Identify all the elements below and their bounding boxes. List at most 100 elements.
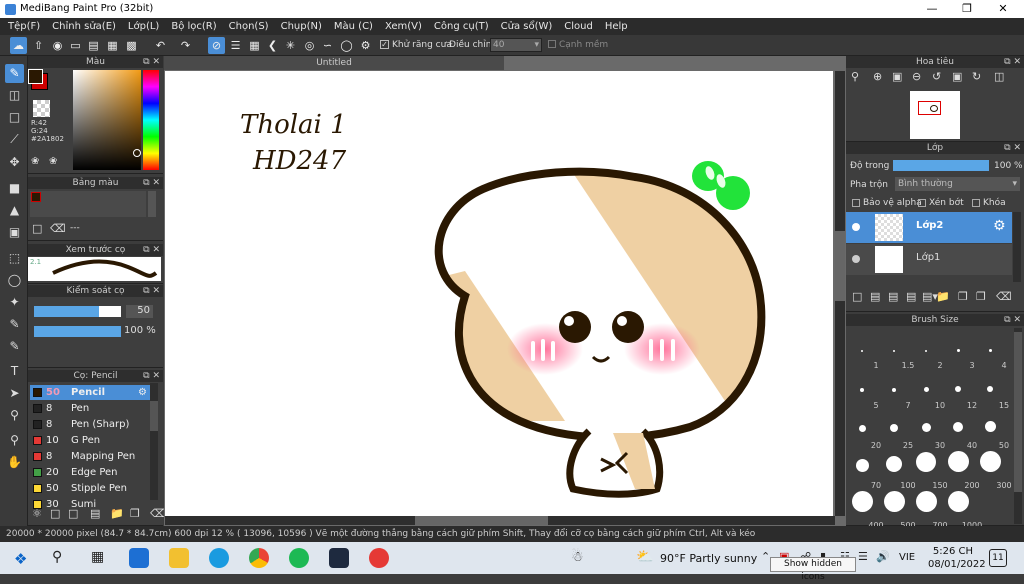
grid-icon[interactable]: ▦ <box>104 37 121 54</box>
minimize-icon[interactable]: — <box>925 2 939 16</box>
palette-swatch[interactable] <box>31 192 41 202</box>
menu-edit[interactable]: Chỉnh sửa(E) <box>52 21 116 32</box>
chevron-up-icon[interactable]: ⌃ <box>761 550 770 563</box>
settings-icon[interactable]: ⚙ <box>357 37 374 54</box>
document-tab[interactable]: Untitled <box>164 56 504 70</box>
new-halftone-layer-icon[interactable]: ▤ <box>870 290 880 303</box>
magic-wand-icon[interactable]: ✦ <box>5 293 24 312</box>
vanish-snap-icon[interactable]: ❮ <box>264 37 281 54</box>
brush-size-option[interactable]: 700 <box>912 491 948 530</box>
upload-icon[interactable]: ⇧ <box>30 37 47 54</box>
cloud-icon[interactable]: ☁ <box>10 37 27 54</box>
brush-size-option[interactable]: 15 <box>976 372 1009 410</box>
brush-size-option[interactable]: 4 <box>976 332 1007 370</box>
brush-opacity-value[interactable]: 100 % <box>124 325 156 336</box>
task-view-icon[interactable]: ▦ <box>91 549 104 565</box>
medibang-taskbar-icon[interactable] <box>369 548 389 568</box>
menu-select[interactable]: Chọn(S) <box>229 21 269 32</box>
eyedropper-tool-icon[interactable]: ⚲ <box>5 406 24 425</box>
rotate-right-icon[interactable]: ↻ <box>972 70 981 83</box>
ring-snap-icon[interactable]: ◯ <box>338 37 355 54</box>
antialias-checkbox[interactable]: ✓ <box>380 40 389 49</box>
brush-item[interactable]: 50 Stipple Pen <box>30 481 150 496</box>
panel-close-icon[interactable]: ⧉ ✕ <box>143 56 160 68</box>
layer-row-active[interactable]: Lớp2 ⚙ <box>846 212 1012 243</box>
rotate-left-icon[interactable]: ↺ <box>932 70 941 83</box>
brush-size-option[interactable]: 400 <box>848 491 884 530</box>
transparent-swatch[interactable] <box>33 100 50 117</box>
brush-tool-icon[interactable]: ✎ <box>5 64 24 83</box>
snap-off-icon[interactable]: ⊘ <box>208 37 225 54</box>
brush-item[interactable]: 8 Pen (Sharp) <box>30 417 150 432</box>
saturation-square[interactable] <box>73 70 141 170</box>
panel-close-icon[interactable]: ⧉ ✕ <box>1004 142 1021 154</box>
undo-icon[interactable]: ↶ <box>152 37 169 54</box>
brush-size-option[interactable]: 150 <box>912 452 948 490</box>
brush-size-option[interactable]: 25 <box>880 412 913 450</box>
brush-size-option[interactable]: 10 <box>912 372 945 410</box>
reset-view-icon[interactable]: ▣ <box>952 70 962 83</box>
bucket-tool-icon[interactable]: ▲ <box>5 201 24 220</box>
gradient-tool-icon[interactable]: ▣ <box>5 223 24 242</box>
notification-badge[interactable]: 11 <box>989 549 1007 567</box>
brush-size-option[interactable]: 7 <box>880 372 911 410</box>
rect-tool-icon[interactable]: □ <box>5 108 24 127</box>
delete-color-icon[interactable]: ⌫ <box>50 222 66 235</box>
comment-icon[interactable]: ▭ <box>67 37 84 54</box>
close-icon[interactable]: ✕ <box>996 2 1010 16</box>
primary-color-swatch[interactable] <box>28 69 43 84</box>
layer-opacity-slider[interactable] <box>893 160 989 171</box>
brush-size-option[interactable]: 20 <box>848 412 881 450</box>
brush-size-option[interactable]: 2 <box>912 332 943 370</box>
zoom-out-icon[interactable]: ⊖ <box>912 70 921 83</box>
palette-icon[interactable]: ❀ <box>31 156 42 167</box>
parallel-snap-icon[interactable]: ☰ <box>227 37 244 54</box>
brush-size-option[interactable]: 1000 <box>944 491 982 530</box>
new-1bit-layer-icon[interactable]: ▤ <box>906 290 916 303</box>
palette-swatch-area[interactable] <box>30 191 146 217</box>
select-pen-icon[interactable]: ✎ <box>5 315 24 334</box>
brush-size-option[interactable]: 30 <box>912 412 945 450</box>
brush-size-option[interactable]: 500 <box>880 491 916 530</box>
radial-snap-icon[interactable]: ✳ <box>282 37 299 54</box>
mail-icon[interactable] <box>129 548 149 568</box>
layer-folder-icon[interactable]: 📁 <box>936 290 950 303</box>
weather-text[interactable]: 90°F Partly sunny <box>660 552 757 565</box>
brush-size-option[interactable]: 50 <box>976 412 1009 450</box>
windows-start-icon[interactable]: ❖ <box>14 550 27 568</box>
redo-icon[interactable]: ↷ <box>177 37 194 54</box>
operation-tool-icon[interactable]: ➤ <box>5 384 24 403</box>
select-tool-icon[interactable]: ⬚ <box>5 249 24 268</box>
menu-tools[interactable]: Công cụ(T) <box>434 21 489 32</box>
canvas-vscrollbar[interactable] <box>835 71 845 516</box>
brush-size-option[interactable]: 100 <box>880 452 916 490</box>
chat-icon[interactable]: ◉ <box>49 37 66 54</box>
lasso-tool-icon[interactable]: ◯ <box>5 271 24 290</box>
flip-icon[interactable]: ◫ <box>994 70 1004 83</box>
chrome-icon[interactable] <box>249 548 269 568</box>
search-icon[interactable]: ⚲ <box>52 549 62 565</box>
brush-opacity-slider[interactable] <box>34 326 121 337</box>
palette-scrollbar[interactable] <box>148 191 156 217</box>
menu-filter[interactable]: Bộ lọc(R) <box>171 21 216 32</box>
delete-layer-icon[interactable]: ⌫ <box>996 290 1012 303</box>
menu-help[interactable]: Help <box>605 21 628 32</box>
brush-size-value[interactable]: 50 <box>126 305 153 318</box>
menu-layer[interactable]: Lớp(L) <box>128 21 159 32</box>
brush-size-option[interactable]: 70 <box>848 452 881 490</box>
clock[interactable]: 5:26 CH 08/01/2022 <box>928 545 986 571</box>
panel-close-icon[interactable]: ⧉ ✕ <box>143 370 160 382</box>
color-picker-handle[interactable] <box>133 149 141 157</box>
new-8bit-layer-icon[interactable]: ▤ <box>888 290 898 303</box>
brush-size-option[interactable]: 1 <box>848 332 879 370</box>
duplicate-layer-icon[interactable]: ❐ <box>958 290 968 303</box>
new-layer-icon[interactable]: □ <box>852 290 862 303</box>
eraser-tool-icon[interactable]: ◫ <box>5 86 24 105</box>
fill-rect-tool-icon[interactable]: ■ <box>5 179 24 198</box>
language-indicator[interactable]: VIE <box>899 552 915 563</box>
layer-settings-icon[interactable]: ⚙ <box>993 218 1006 234</box>
panel-close-icon[interactable]: ⧉ ✕ <box>143 285 160 297</box>
brush-size-option[interactable]: 1.5 <box>880 332 914 370</box>
navigator-thumbnail[interactable] <box>910 91 960 139</box>
layer-scrollbar[interactable] <box>1013 212 1021 282</box>
